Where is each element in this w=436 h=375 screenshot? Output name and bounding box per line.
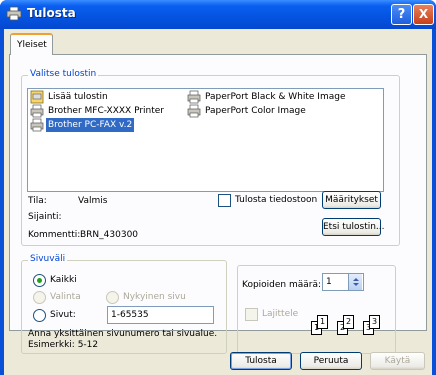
- printer-item-label: Brother MFC-XXXX Printer: [48, 106, 165, 116]
- collate-page: 1: [317, 315, 328, 329]
- page-range-all-label[interactable]: Kaikki: [50, 275, 77, 285]
- apply-button[interactable]: Käytä: [370, 352, 425, 370]
- page-range-current-label[interactable]: Nykyinen sivu: [123, 292, 186, 302]
- window-title: Tulosta: [27, 6, 76, 20]
- collate-page: 3: [369, 315, 380, 329]
- help-button[interactable]: ?: [391, 4, 412, 25]
- status-label: Tila:: [28, 196, 47, 206]
- collate-page: 2: [343, 315, 354, 329]
- status-value: Valmis: [78, 196, 108, 206]
- page-range-hint-2: Esimerkki: 5-12: [28, 340, 99, 350]
- print-dialog-window: Tulosta ? X Yleiset Valitse tulostin Lis…: [0, 0, 436, 375]
- pages-input[interactable]: 1-65535: [107, 306, 214, 324]
- printer-item-paperport-color[interactable]: PaperPort Color Image: [187, 104, 377, 118]
- page-range-pages-radio[interactable]: [33, 309, 46, 322]
- cancel-button[interactable]: Peruuta: [300, 352, 362, 370]
- printer-item-brother-pcfax[interactable]: Brother PC-FAX v.2: [30, 118, 190, 132]
- tab-page-general: Valitse tulostin Lisää tulostin Brother …: [9, 54, 427, 354]
- location-label: Sijainti:: [28, 212, 62, 222]
- tab-general-label: Yleiset: [17, 40, 47, 50]
- page-range-selection-label[interactable]: Valinta: [50, 292, 81, 302]
- add-printer-icon: [30, 90, 44, 104]
- find-printer-button[interactable]: Etsi tulostin...: [322, 218, 385, 236]
- page-range-hint-1: Anna yksittäinen sivunumero tai sivualue…: [28, 329, 218, 339]
- title-bar[interactable]: Tulosta ? X: [0, 0, 436, 29]
- page-range-legend: Sivuväli: [28, 254, 68, 264]
- printer-item-label: Lisää tulostin: [48, 92, 108, 102]
- page-range-pages-label[interactable]: Sivut:: [50, 310, 76, 320]
- printer-item-brother-mfc[interactable]: Brother MFC-XXXX Printer: [30, 104, 190, 118]
- printer-icon: [30, 104, 44, 118]
- printer-item-label: PaperPort Black & White Image: [205, 92, 346, 102]
- printer-item-paperport-bw[interactable]: PaperPort Black & White Image: [187, 90, 377, 104]
- printer-select-legend: Valitse tulostin: [28, 69, 99, 79]
- collate-checkbox[interactable]: [245, 308, 258, 321]
- printer-item-label: PaperPort Color Image: [205, 106, 306, 116]
- comment-label: Kommentti:: [28, 230, 81, 240]
- collate-illustration: 1 1 2 2 3 3: [311, 311, 391, 341]
- copies-label: Kopioiden määrä:: [242, 280, 322, 290]
- page-range-selection-radio[interactable]: [33, 291, 46, 304]
- comment-value: BRN_430300: [80, 230, 139, 240]
- printer-icon: [187, 104, 201, 118]
- printer-icon: [187, 90, 201, 104]
- printer-item-add[interactable]: Lisää tulostin: [30, 90, 190, 104]
- close-button[interactable]: X: [413, 4, 434, 25]
- printer-item-label: Brother PC-FAX v.2: [46, 118, 135, 132]
- print-to-file-checkbox[interactable]: [218, 194, 231, 207]
- copies-spinner[interactable]: [348, 274, 362, 290]
- fax-printer-icon: [30, 118, 44, 132]
- page-range-current-radio[interactable]: [106, 291, 119, 304]
- dialog-body: Yleiset Valitse tulostin Lisää tulostin: [4, 29, 432, 375]
- page-range-all-radio[interactable]: [33, 274, 46, 287]
- print-button[interactable]: Tulosta: [230, 352, 292, 370]
- tab-general[interactable]: Yleiset: [10, 33, 53, 55]
- preferences-button[interactable]: Määritykset: [322, 191, 381, 209]
- print-to-file-label[interactable]: Tulosta tiedostoon: [235, 195, 317, 205]
- spin-updown-icon: [353, 278, 359, 286]
- printer-icon: [6, 6, 22, 21]
- collate-label[interactable]: Lajittele: [262, 309, 298, 319]
- printer-list[interactable]: Lisää tulostin Brother MFC-XXXX Printer: [27, 88, 384, 192]
